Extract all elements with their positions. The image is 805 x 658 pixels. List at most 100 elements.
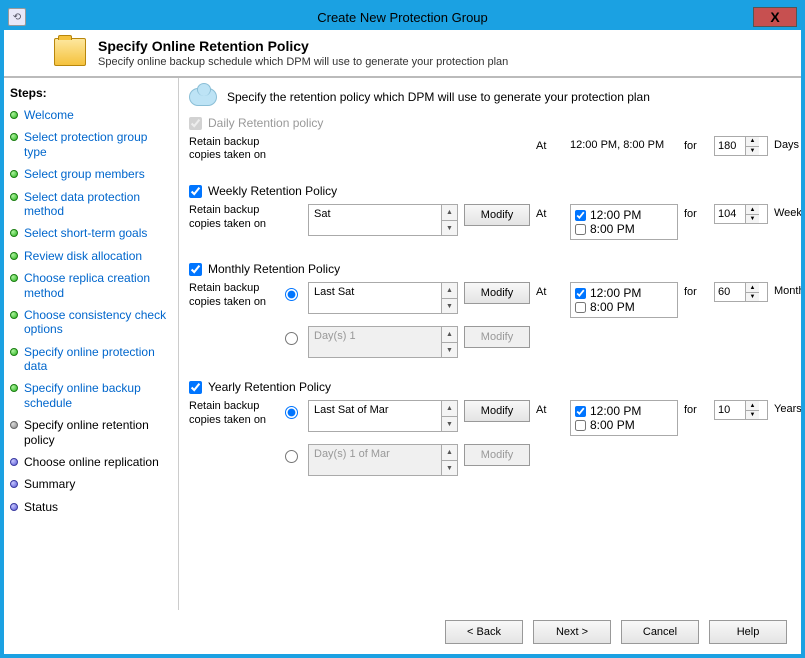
wizard-footer: < Back Next > Cancel Help (4, 610, 801, 654)
page-subtitle: Specify online backup schedule which DPM… (98, 56, 508, 68)
yearly-opt2-radio[interactable] (285, 450, 298, 463)
weekly-retain-label: Retain backup copies taken on (189, 204, 274, 230)
next-button[interactable]: Next > (533, 620, 611, 644)
step-11[interactable]: Choose online replication (8, 451, 174, 473)
yearly-value-input[interactable] (715, 401, 745, 419)
yearly-opt2-list[interactable]: Day(s) 1 of Mar ▲▼ (308, 444, 458, 476)
monthly-opt1-modify-button[interactable]: Modify (464, 282, 530, 304)
step-2[interactable]: Select group members (8, 163, 174, 185)
steps-heading: Steps: (10, 86, 172, 100)
weekly-title: Weekly Retention Policy (208, 184, 337, 198)
close-button[interactable]: X (753, 7, 797, 27)
spin-up-icon[interactable]: ▲ (746, 137, 759, 147)
chevron-up-icon[interactable]: ▲ (442, 205, 457, 221)
step-bullet-icon (10, 348, 18, 356)
yearly-time-box: 12:00 PM 8:00 PM (570, 400, 678, 436)
step-label: Specify online backup schedule (24, 381, 172, 410)
yearly-value-spinner[interactable]: ▲▼ (714, 400, 768, 420)
step-bullet-icon (10, 311, 18, 319)
step-5[interactable]: Review disk allocation (8, 245, 174, 267)
step-bullet-icon (10, 503, 18, 511)
step-label: Choose replica creation method (24, 271, 172, 300)
for-label: for (684, 136, 708, 152)
step-label: Select protection group type (24, 130, 172, 159)
wizard-window: ⟲ Create New Protection Group X Specify … (3, 3, 802, 655)
step-label: Specify online retention policy (24, 418, 172, 447)
wizard-header: Specify Online Retention Policy Specify … (4, 30, 801, 78)
daily-value-input[interactable] (715, 137, 745, 155)
step-bullet-icon (10, 274, 18, 282)
back-button[interactable]: < Back (445, 620, 523, 644)
monthly-opt2-modify-button: Modify (464, 326, 530, 348)
monthly-section: Monthly Retention Policy Retain backup c… (189, 262, 787, 366)
step-label: Status (24, 500, 58, 514)
yearly-opt1-modify-button[interactable]: Modify (464, 400, 530, 422)
yearly-title: Yearly Retention Policy (208, 380, 331, 394)
step-bullet-icon (10, 252, 18, 260)
step-label: Select data protection method (24, 190, 172, 219)
step-label: Welcome (24, 108, 74, 122)
help-button[interactable]: Help (709, 620, 787, 644)
monthly-opt1-radio[interactable] (285, 288, 298, 301)
weekly-time1-checkbox[interactable] (575, 210, 586, 221)
daily-value-spinner[interactable]: ▲▼ (714, 136, 768, 156)
page-title: Specify Online Retention Policy (98, 38, 508, 54)
yearly-opt2-modify-button: Modify (464, 444, 530, 466)
step-label: Select short-term goals (24, 226, 147, 240)
weekly-checkbox[interactable] (189, 185, 202, 198)
window-title: Create New Protection Group (317, 10, 488, 25)
step-6[interactable]: Choose replica creation method (8, 267, 174, 304)
yearly-opt1-radio[interactable] (285, 406, 298, 419)
step-label: Summary (24, 477, 75, 491)
monthly-checkbox[interactable] (189, 263, 202, 276)
spin-down-icon[interactable]: ▼ (746, 147, 759, 156)
chevron-down-icon[interactable]: ▼ (442, 221, 457, 236)
step-bullet-icon (10, 170, 18, 178)
step-bullet-icon (10, 421, 18, 429)
step-3[interactable]: Select data protection method (8, 186, 174, 223)
step-bullet-icon (10, 111, 18, 119)
weekly-list[interactable]: Sat ▲▼ (308, 204, 458, 236)
weekly-time-box: 12:00 PM 8:00 PM (570, 204, 678, 240)
yearly-section: Yearly Retention Policy Retain backup co… (189, 380, 787, 484)
steps-sidebar: Steps: Welcome Select protection group ty… (4, 78, 179, 610)
yearly-checkbox[interactable] (189, 381, 202, 394)
monthly-time2-checkbox[interactable] (575, 302, 586, 313)
yearly-time1-checkbox[interactable] (575, 406, 586, 417)
yearly-time2-checkbox[interactable] (575, 420, 586, 431)
weekly-modify-button[interactable]: Modify (464, 204, 530, 226)
weekly-value-input[interactable] (715, 205, 745, 223)
step-9[interactable]: Specify online backup schedule (8, 377, 174, 414)
info-banner: Specify the retention policy which DPM w… (189, 88, 787, 106)
step-13[interactable]: Status (8, 496, 174, 518)
step-bullet-icon (10, 229, 18, 237)
monthly-opt1-list[interactable]: Last Sat ▲▼ (308, 282, 458, 314)
monthly-value-spinner[interactable]: ▲▼ (714, 282, 768, 302)
step-4[interactable]: Select short-term goals (8, 222, 174, 244)
daily-title: Daily Retention policy (208, 116, 323, 130)
step-10: Specify online retention policy (8, 414, 174, 451)
daily-retain-label: Retain backup copies taken on (189, 136, 274, 162)
monthly-time-box: 12:00 PM 8:00 PM (570, 282, 678, 318)
daily-section: Daily Retention policy Retain backup cop… (189, 116, 787, 170)
step-0[interactable]: Welcome (8, 104, 174, 126)
weekly-section: Weekly Retention Policy Retain backup co… (189, 184, 787, 248)
yearly-opt1-list[interactable]: Last Sat of Mar ▲▼ (308, 400, 458, 432)
monthly-time1-checkbox[interactable] (575, 288, 586, 299)
step-label: Select group members (24, 167, 145, 181)
daily-time: 12:00 PM, 8:00 PM (570, 136, 678, 152)
step-label: Choose consistency check options (24, 308, 172, 337)
weekly-value-spinner[interactable]: ▲▼ (714, 204, 768, 224)
cancel-button[interactable]: Cancel (621, 620, 699, 644)
step-8[interactable]: Specify online protection data (8, 341, 174, 378)
step-bullet-icon (10, 480, 18, 488)
step-1[interactable]: Select protection group type (8, 126, 174, 163)
monthly-opt2-radio[interactable] (285, 332, 298, 345)
monthly-opt2-list[interactable]: Day(s) 1 ▲▼ (308, 326, 458, 358)
monthly-value-input[interactable] (715, 283, 745, 301)
weekly-time2-checkbox[interactable] (575, 224, 586, 235)
step-7[interactable]: Choose consistency check options (8, 304, 174, 341)
step-12[interactable]: Summary (8, 473, 174, 495)
step-label: Review disk allocation (24, 249, 142, 263)
at-label: At (536, 136, 564, 152)
